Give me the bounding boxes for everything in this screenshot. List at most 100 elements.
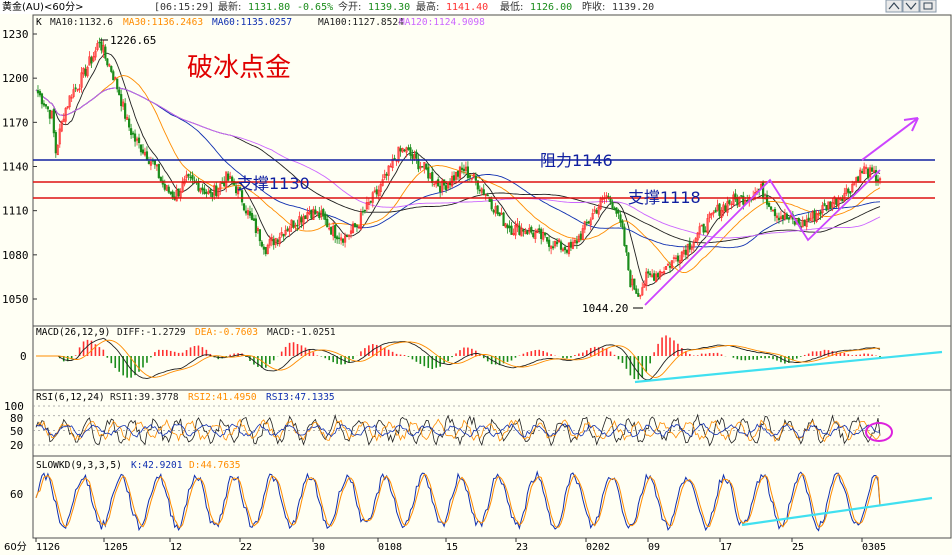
candle-body bbox=[324, 213, 327, 220]
candle-body bbox=[769, 206, 773, 210]
candle-body bbox=[98, 41, 101, 44]
candle-body bbox=[40, 93, 44, 105]
candle-body bbox=[684, 249, 687, 255]
candle-body bbox=[425, 163, 428, 170]
candle-body bbox=[452, 175, 456, 181]
candle-body bbox=[276, 239, 279, 243]
candle-body bbox=[341, 238, 345, 243]
candle-body bbox=[456, 170, 460, 177]
low-value: 1126.00 bbox=[530, 2, 572, 13]
candle-body bbox=[546, 236, 549, 242]
candle-body bbox=[231, 176, 234, 182]
main-legend-item-0: MA10:1132.6 bbox=[50, 17, 113, 28]
rsi-tick-80: 80 bbox=[10, 412, 23, 425]
candle-body bbox=[587, 221, 590, 224]
candle-body bbox=[813, 210, 816, 221]
kd-legend-k: K:42.9201 bbox=[131, 460, 183, 471]
candle-body bbox=[106, 58, 109, 66]
candle-body bbox=[611, 202, 614, 209]
candle-body bbox=[625, 245, 628, 253]
candle-body bbox=[870, 167, 874, 172]
x-tick-label-22: 22 bbox=[240, 542, 252, 553]
candle-body bbox=[252, 218, 256, 221]
candle-body bbox=[486, 194, 489, 197]
target-arrow-line bbox=[861, 117, 919, 161]
candle-body bbox=[203, 188, 206, 195]
rsi-tick-50: 50 bbox=[10, 425, 23, 438]
candle-body bbox=[569, 241, 573, 248]
candle-body bbox=[104, 46, 107, 59]
candle-body bbox=[563, 246, 567, 251]
candle-body bbox=[492, 210, 495, 213]
candle-body bbox=[627, 252, 630, 271]
low-mark-label: 1044.20 bbox=[582, 302, 628, 315]
candle-body bbox=[415, 151, 418, 159]
main-legend-item-4: MA120:1124.9098 bbox=[399, 17, 485, 28]
candle-body bbox=[177, 188, 180, 197]
candle-body bbox=[296, 224, 299, 227]
candle-body bbox=[787, 217, 790, 220]
candle-body bbox=[36, 90, 40, 94]
candle-body bbox=[258, 229, 261, 242]
candle-body bbox=[498, 212, 501, 217]
candle-body bbox=[544, 232, 547, 236]
instrument-title: 黄金(AU)<60分> bbox=[2, 0, 83, 13]
candle-body bbox=[615, 207, 618, 214]
x-tick-label-17: 17 bbox=[720, 542, 732, 553]
candle-body bbox=[330, 226, 333, 235]
x-tick-label-0108: 0108 bbox=[378, 542, 402, 553]
y-tick-label-1170: 1170 bbox=[2, 116, 29, 129]
chart-title: 破冰点金 bbox=[187, 53, 291, 83]
candle-body bbox=[841, 198, 844, 202]
candle-body bbox=[44, 104, 48, 107]
candle-body bbox=[540, 229, 543, 240]
kd-legend-d: D:44.7635 bbox=[189, 460, 240, 471]
support-label-1130: 支撑1130 bbox=[237, 174, 310, 193]
candle-body bbox=[861, 171, 864, 173]
candle-body bbox=[250, 212, 254, 220]
price-panel-frame bbox=[32, 14, 952, 327]
candle-body bbox=[286, 228, 289, 231]
candle-body bbox=[411, 154, 414, 159]
quote-time: [06:15:29] bbox=[154, 2, 214, 13]
candle-body bbox=[145, 151, 149, 161]
candle-body bbox=[653, 273, 656, 281]
x-tick-label-1205: 1205 bbox=[104, 542, 128, 553]
candle-body bbox=[762, 182, 765, 199]
x-tick-label-09: 09 bbox=[648, 542, 660, 553]
candle-body bbox=[619, 214, 622, 223]
high-mark-label: 1226.65 bbox=[110, 34, 156, 47]
window-button-up[interactable] bbox=[885, 0, 903, 13]
open-value: 1139.30 bbox=[368, 2, 410, 13]
candle-body bbox=[38, 91, 42, 96]
high-label: 最高: bbox=[416, 0, 439, 13]
window-button-down[interactable] bbox=[902, 0, 920, 13]
macd-legend-macd: MACD:-1.0251 bbox=[267, 327, 336, 338]
candle-body bbox=[345, 235, 349, 238]
candle-body bbox=[490, 199, 493, 210]
window-button-restore[interactable] bbox=[919, 0, 937, 13]
candle-body bbox=[657, 273, 660, 278]
candle-body bbox=[474, 175, 477, 181]
candle-body bbox=[272, 238, 275, 246]
candle-body bbox=[221, 182, 224, 184]
candle-body bbox=[124, 103, 127, 119]
candle-body bbox=[353, 223, 357, 228]
y-tick-label-1050: 1050 bbox=[2, 293, 29, 306]
candle-body bbox=[227, 173, 230, 181]
kd-legend-name: SLOWKD(9,3,3,5) bbox=[36, 460, 122, 471]
candle-body bbox=[46, 106, 49, 110]
candle-body bbox=[565, 249, 569, 253]
candle-body bbox=[163, 183, 166, 190]
candle-body bbox=[579, 233, 582, 240]
candle-body bbox=[326, 218, 329, 228]
rsi-legend-rsi3: RSI3:47.1335 bbox=[266, 392, 335, 403]
candle-body bbox=[157, 163, 160, 178]
candle-body bbox=[740, 195, 743, 197]
candle-body bbox=[131, 132, 135, 135]
candle-body bbox=[403, 149, 406, 152]
candle-body bbox=[369, 201, 372, 203]
candle-body bbox=[781, 215, 785, 220]
candle-body bbox=[191, 175, 194, 180]
y-tick-label-1200: 1200 bbox=[2, 72, 29, 85]
